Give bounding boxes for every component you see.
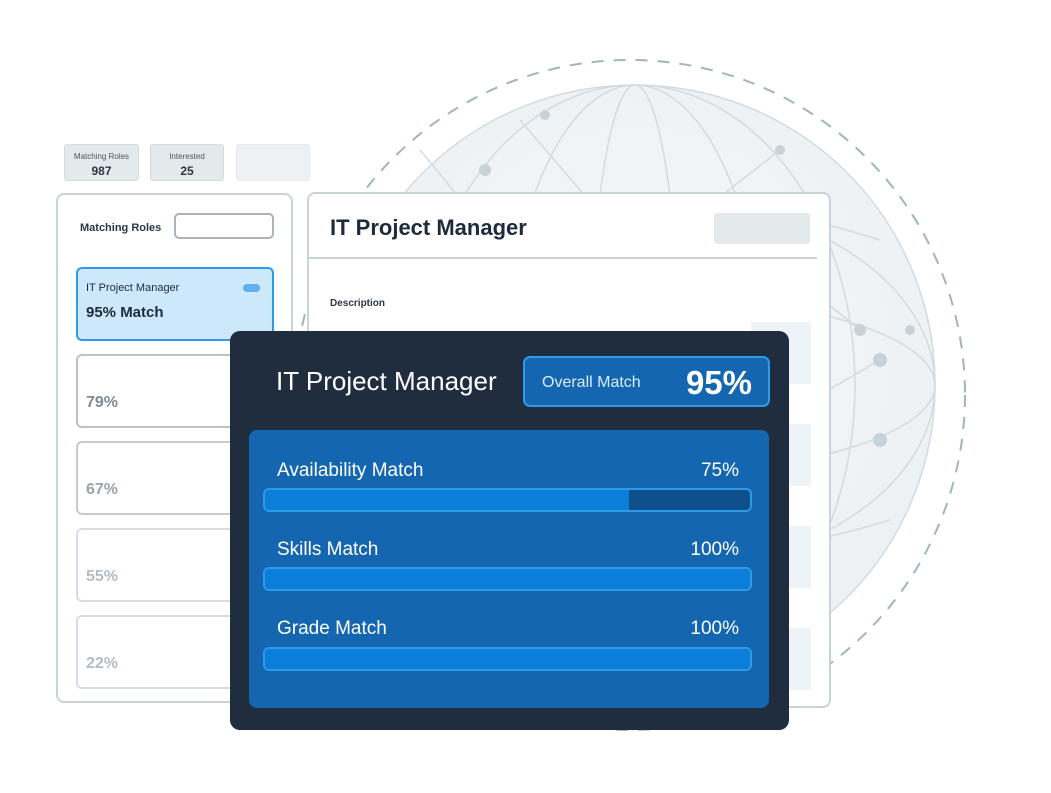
status-pill [243, 284, 260, 292]
grade-match-label: Grade Match [277, 618, 387, 639]
match-breakdown-card: IT Project Manager Overall Match 95% Ava… [230, 331, 789, 730]
detail-action-button[interactable] [714, 213, 810, 244]
availability-progress-bar [263, 488, 752, 512]
matching-roles-stat: Matching Roles 987 [64, 144, 139, 181]
description-label: Description [330, 298, 386, 309]
grade-progress-bar [263, 647, 752, 671]
skills-match-label: Skills Match [277, 539, 379, 560]
stat-value: 987 [91, 164, 112, 178]
overall-match-badge: Overall Match 95% [523, 356, 770, 407]
role-match: 22% [86, 655, 119, 672]
grade-progress-fill [265, 649, 750, 669]
panel-title: Matching Roles [80, 222, 162, 234]
role-card-selected[interactable]: IT Project Manager 95% Match [76, 267, 274, 341]
role-name: IT Project Manager [86, 282, 180, 294]
role-match: 79% [86, 394, 119, 411]
grade-match-value: 100% [690, 618, 739, 639]
skills-progress-fill [265, 569, 750, 589]
match-metrics-panel: Availability Match 75% Skills Match 100%… [249, 430, 769, 708]
availability-progress-fill [265, 490, 629, 510]
overall-match-value: 95% [685, 364, 752, 401]
availability-match-label: Availability Match [277, 460, 424, 481]
role-match: 95% Match [86, 304, 164, 321]
divider [309, 257, 817, 259]
overall-match-label: Overall Match [542, 374, 641, 391]
stat-label: Matching Roles [73, 152, 130, 161]
match-card-title: IT Project Manager [276, 366, 497, 396]
job-title: IT Project Manager [330, 215, 527, 240]
interested-stat: Interested 25 [150, 144, 224, 181]
stat-label: Interested [169, 152, 205, 161]
stat-value: 25 [180, 164, 194, 178]
skills-match-value: 100% [690, 539, 739, 560]
availability-match-value: 75% [700, 460, 739, 481]
role-match: 67% [86, 481, 119, 498]
roles-search-input[interactable] [174, 213, 274, 239]
skills-progress-bar [263, 567, 752, 591]
placeholder-stat [236, 144, 310, 181]
role-match: 55% [86, 568, 119, 585]
